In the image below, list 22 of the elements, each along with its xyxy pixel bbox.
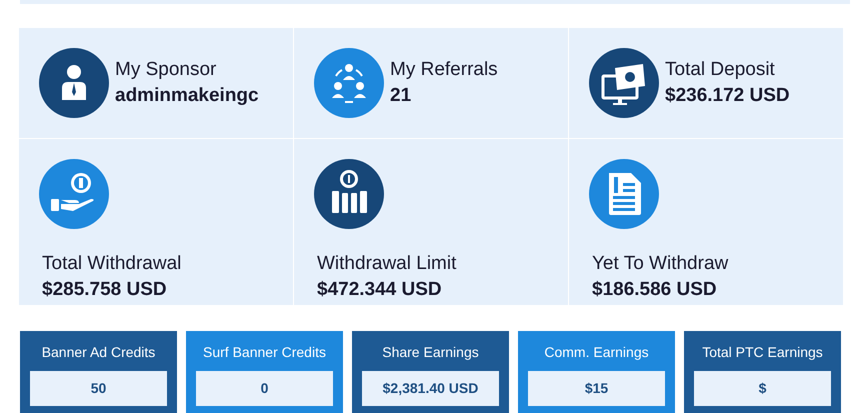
stat-value: $186.586 USD: [592, 278, 717, 302]
tile-value: $: [694, 371, 831, 406]
tile-label: Comm. Earnings: [544, 343, 649, 361]
tile-value: $15: [528, 371, 665, 406]
stat-value: $236.172 USD: [665, 84, 790, 108]
stat-value: $472.344 USD: [317, 278, 442, 302]
stat-value: adminmakeingc: [115, 84, 259, 108]
stat-label: My Sponsor: [115, 58, 218, 82]
stat-label: Withdrawal Limit: [317, 252, 456, 276]
stat-label: Yet To Withdraw: [592, 252, 728, 276]
stat-label: Total Deposit: [665, 58, 776, 82]
stat-label: My Referrals: [390, 58, 498, 82]
tile-label: Banner Ad Credits: [42, 343, 156, 361]
stat-label: Total Withdrawal: [42, 252, 182, 276]
tile-value: 0: [196, 371, 333, 406]
stat-value: 21: [390, 84, 412, 108]
tile-value: 50: [30, 371, 167, 406]
tile-label: Share Earnings: [382, 343, 479, 361]
tile-value: $2,381.40 USD: [362, 371, 499, 406]
tile-label: Surf Banner Credits: [203, 343, 326, 361]
tile-label: Total PTC Earnings: [702, 343, 823, 361]
stat-value: $285.758 USD: [42, 278, 167, 302]
